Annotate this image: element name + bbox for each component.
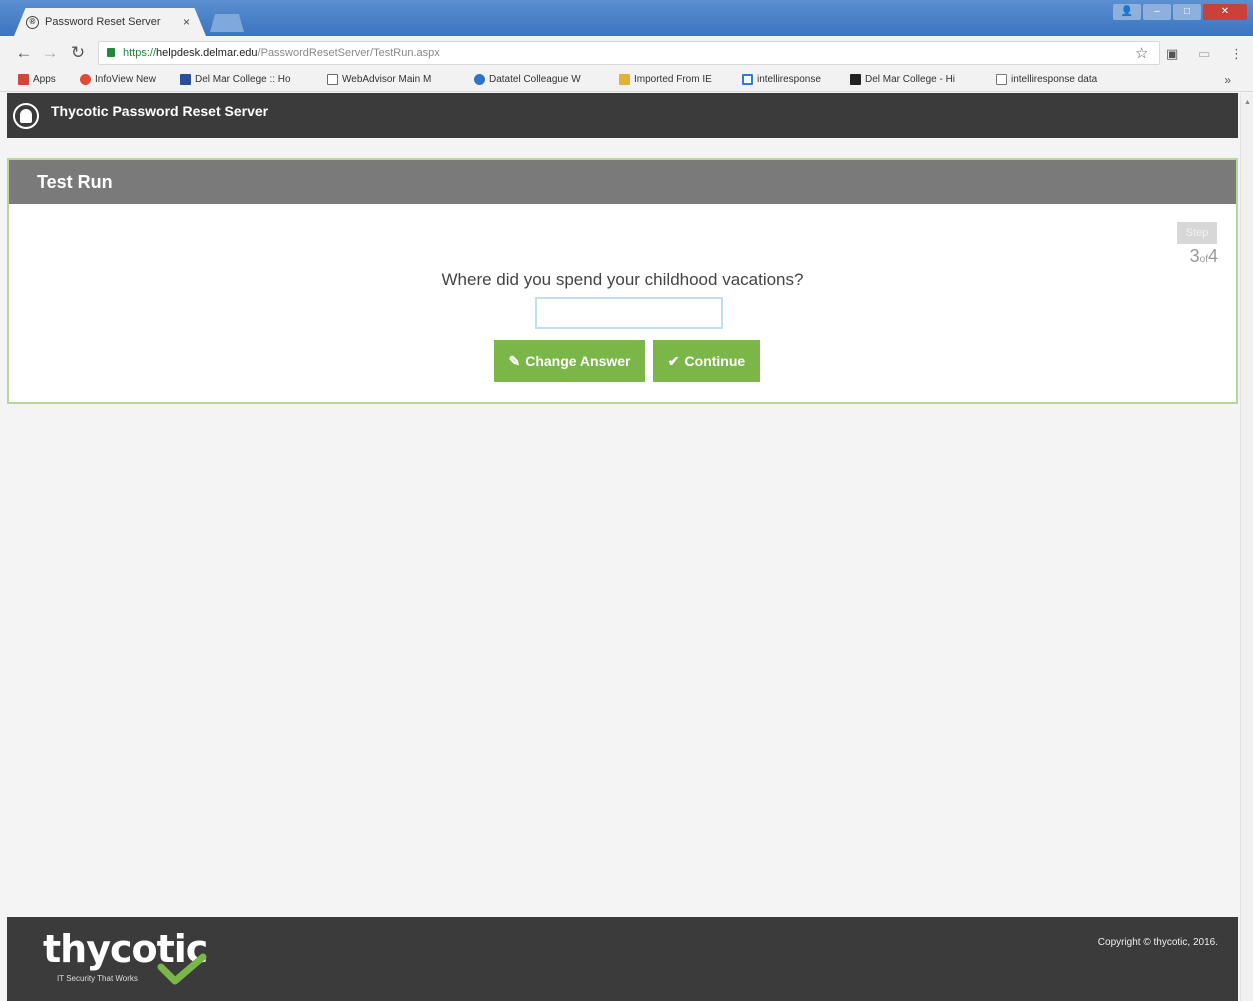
bookmark-intelliresponse[interactable]: intelliresponse [742, 74, 821, 85]
pencil-icon: ✎ [508, 352, 521, 369]
user-profile-button[interactable]: 👤 [1113, 4, 1141, 20]
change-answer-label: Change Answer [525, 353, 631, 369]
brand-check-icon [157, 953, 207, 985]
bookmark-label: intelliresponse [757, 74, 821, 85]
bookmark-apps[interactable]: Apps [18, 74, 56, 85]
extension-icon[interactable]: ▣ [1166, 46, 1178, 62]
test-run-panel: Test Run Step 3of4 Where did you spend y… [7, 158, 1238, 404]
step-indicator: 3of4 [1190, 246, 1218, 267]
bookmarks-bar: Apps InfoView New Del Mar College :: Ho … [0, 70, 1253, 92]
answer-input[interactable] [535, 297, 723, 329]
browser-tab[interactable]: ® Password Reset Server × [14, 8, 206, 36]
bookmark-label: Datatel Colleague W [489, 74, 581, 85]
url-scheme: https:// [123, 47, 157, 59]
address-bar[interactable]: https://helpdesk.delmar.edu/PasswordRese… [98, 41, 1160, 65]
bookmark-infoview[interactable]: InfoView New [80, 74, 156, 85]
step-total: 4 [1207, 246, 1218, 266]
app-header: Thycotic Password Reset Server [7, 93, 1238, 138]
apps-grid-icon [18, 74, 29, 85]
security-question: Where did you spend your childhood vacat… [441, 270, 804, 289]
url-host: helpdesk.delmar.edu [156, 47, 258, 59]
tab-title: Password Reset Server [45, 16, 161, 28]
brand-tagline: IT Security That Works [57, 974, 138, 983]
bookmark-label: InfoView New [95, 74, 156, 85]
scroll-up-arrow-icon[interactable]: ▲ [1244, 99, 1251, 106]
continue-label: Continue [684, 353, 746, 369]
maximize-button[interactable]: □ [1173, 4, 1201, 20]
url-path: /PasswordResetServer/TestRun.aspx [257, 47, 440, 59]
bookmark-label: intelliresponse data [1011, 74, 1098, 85]
more-bookmarks-chevron-icon[interactable]: » [1224, 73, 1231, 87]
page-scrollbar[interactable]: ▲ [1240, 93, 1253, 1001]
checkmark-icon: ✔ [667, 352, 680, 369]
bookmark-datatel[interactable]: Datatel Colleague W [474, 74, 581, 85]
bookmark-label: Imported From IE [634, 74, 712, 85]
page-footer: thycotic IT Security That Works Copyrigh… [7, 917, 1238, 1001]
continue-button[interactable]: ✔ Continue [653, 340, 760, 382]
close-window-button[interactable]: ✕ [1203, 4, 1247, 20]
bookmark-delmar-home[interactable]: Del Mar College :: Ho [180, 74, 291, 85]
bookmark-intelliresponse-data[interactable]: intelliresponse data [996, 74, 1097, 85]
bookmark-label: Del Mar College - Hi [865, 74, 956, 85]
infoview-icon [80, 74, 91, 85]
password-server-favicon-icon: ® [26, 15, 39, 29]
bookmark-label: Del Mar College :: Ho [195, 74, 291, 85]
page-icon [996, 74, 1007, 85]
lock-icon [107, 48, 115, 57]
minimize-button[interactable]: – [1143, 4, 1171, 20]
intelliresponse-icon [742, 74, 753, 85]
tab-close-icon[interactable]: × [183, 15, 190, 29]
forward-arrow-icon[interactable]: → [40, 43, 60, 63]
bookmark-imported-ie[interactable]: Imported From IE [619, 74, 712, 85]
back-arrow-icon[interactable]: ← [14, 43, 34, 63]
delmar-hi-icon [850, 74, 861, 85]
delmar-viking-icon [180, 74, 191, 85]
bookmark-label: WebAdvisor Main M [342, 74, 432, 85]
step-label: Step [1177, 222, 1217, 244]
bookmark-star-icon[interactable]: ☆ [1135, 44, 1148, 62]
step-of: of [1199, 254, 1208, 265]
panel-title: Test Run [9, 160, 1236, 204]
new-tab-button[interactable] [210, 14, 244, 32]
folder-icon [619, 74, 630, 85]
datatel-icon [474, 74, 485, 85]
browser-toolbar: ← → ↻ https://helpdesk.delmar.edu/Passwo… [0, 36, 1253, 70]
browser-tabstrip: ® Password Reset Server × 👤 – □ ✕ [0, 0, 1253, 36]
app-title: Thycotic Password Reset Server [51, 103, 269, 119]
bookmark-delmar-hi[interactable]: Del Mar College - Hi [850, 74, 955, 85]
thycotic-logo-icon [13, 103, 39, 129]
step-current: 3 [1189, 246, 1200, 266]
window-controls: 👤 – □ ✕ [1113, 4, 1247, 22]
reload-icon[interactable]: ↻ [68, 43, 88, 63]
cast-icon[interactable]: ▭ [1198, 46, 1210, 62]
menu-kebab-icon[interactable]: ⋮ [1230, 46, 1243, 62]
copyright-text: Copyright © thycotic, 2016. [1097, 937, 1218, 948]
bookmark-webadvisor[interactable]: WebAdvisor Main M [327, 74, 431, 85]
bookmark-label: Apps [33, 74, 56, 85]
change-answer-button[interactable]: ✎ Change Answer [494, 340, 645, 382]
webadvisor-icon [327, 74, 338, 85]
